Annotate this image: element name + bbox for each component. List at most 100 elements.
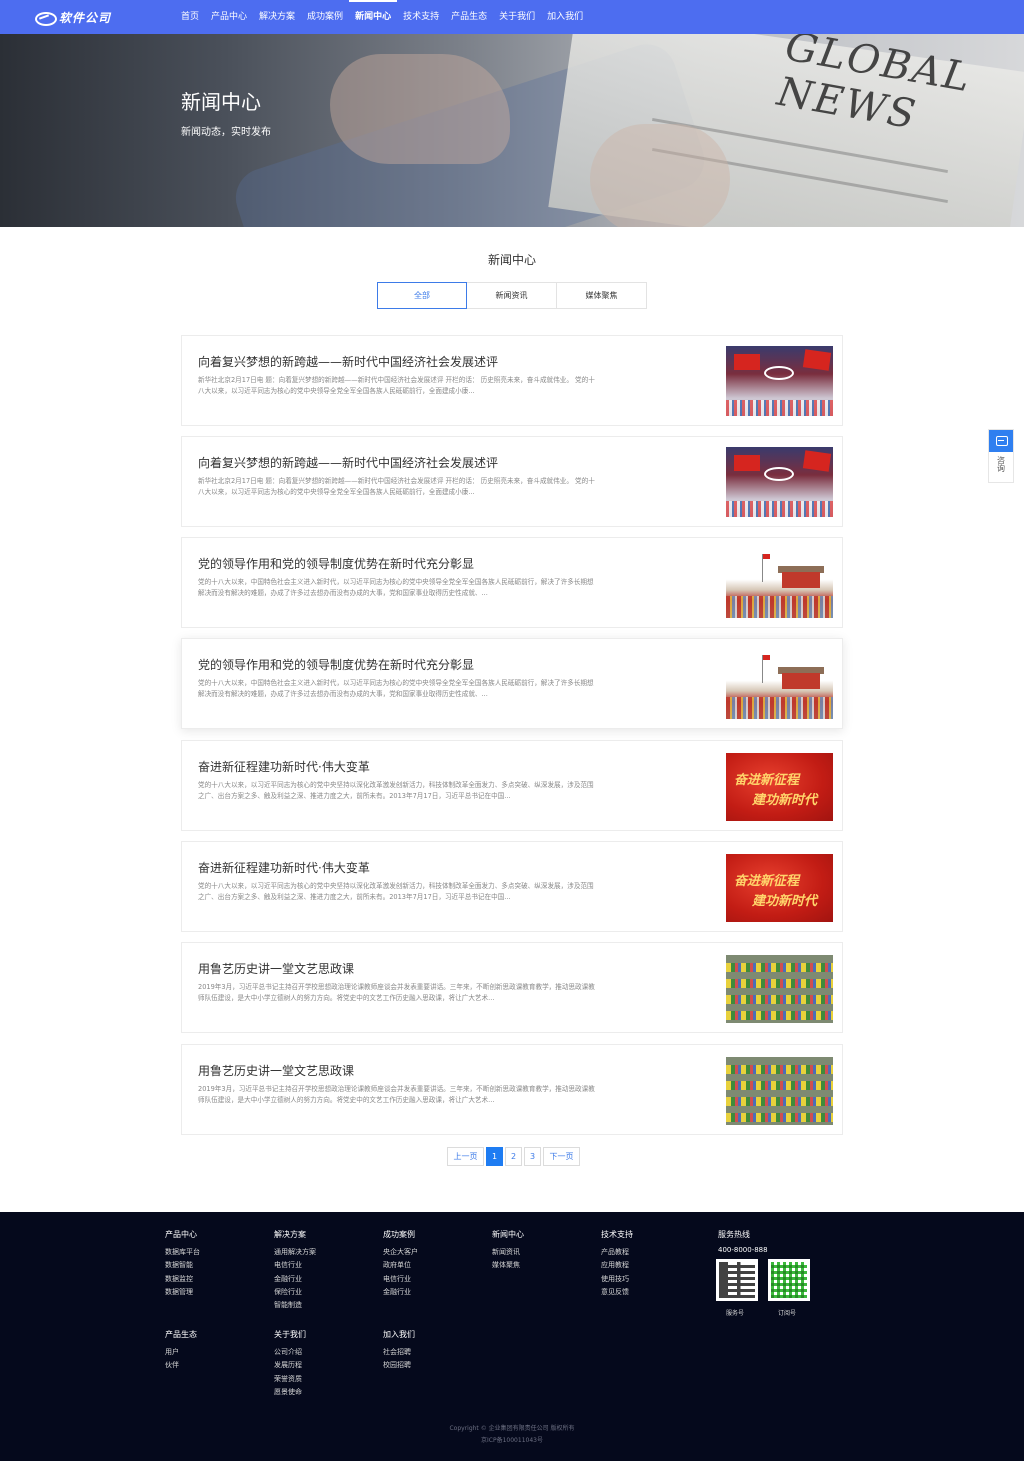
footer-link[interactable]: 政府单位 xyxy=(383,1259,418,1272)
thumbnail-caption: 奋进新征程 xyxy=(734,773,800,788)
news-item[interactable]: 用鲁艺历史讲一堂文艺思政课 2019年3月，习近平总书记主持召开学校思想政治理论… xyxy=(181,1044,843,1135)
crowd-band-shape xyxy=(726,995,833,1004)
footer-link[interactable]: 使用技巧 xyxy=(601,1273,633,1286)
news-item[interactable]: 奋进新征程建功新时代·伟大变革 党的十八大以来，以习近平同志为核心的党中央坚持以… xyxy=(181,740,843,831)
footer-column-solutions: 解决方案 通用解决方案 电信行业 金融行业 保险行业 智能制造 xyxy=(274,1229,316,1312)
news-title[interactable]: 向着复兴梦想的新跨越——新时代中国经济社会发展述评 xyxy=(198,454,498,471)
footer-link[interactable]: 伙伴 xyxy=(165,1359,197,1372)
footer-heading[interactable]: 产品生态 xyxy=(165,1329,197,1340)
news-title[interactable]: 奋进新征程建功新时代·伟大变革 xyxy=(198,758,370,775)
footer-heading[interactable]: 成功案例 xyxy=(383,1229,418,1240)
news-item[interactable]: 奋进新征程建功新时代·伟大变革 党的十八大以来，以习近平同志为核心的党中央坚持以… xyxy=(181,841,843,932)
page-button-3[interactable]: 3 xyxy=(524,1147,541,1166)
copyright: Copyright © 企业集团有限责任公司 版权所有 京ICP备1000110… xyxy=(0,1423,1024,1447)
flag-shape xyxy=(763,554,770,559)
crowd-band-shape xyxy=(726,963,833,972)
footer-link[interactable]: 数据库平台 xyxy=(165,1246,200,1259)
news-summary: 党的十八大以来，以习近平同志为核心的党中央坚持以深化改革激发创新活力，科技体制改… xyxy=(198,882,594,901)
news-title[interactable]: 党的领导作用和党的领导制度优势在新时代充分彰显 xyxy=(198,555,474,572)
footer-heading[interactable]: 技术支持 xyxy=(601,1229,633,1240)
footer-link[interactable]: 校园招聘 xyxy=(383,1359,415,1372)
news-summary: 党的十八大以来，以习近平同志为核心的党中央坚持以深化改革激发创新活力，科技体制改… xyxy=(198,781,594,800)
footer-link[interactable]: 发展历程 xyxy=(274,1359,306,1372)
logo-text: 软件公司 xyxy=(59,10,112,25)
footer-link[interactable]: 保险行业 xyxy=(274,1286,316,1299)
crowd-shape xyxy=(726,697,833,719)
consult-widget[interactable]: 咨询 xyxy=(988,429,1014,483)
tab-news-info[interactable]: 新闻资讯 xyxy=(467,282,557,309)
footer-heading[interactable]: 关于我们 xyxy=(274,1329,306,1340)
news-item[interactable]: 用鲁艺历史讲一堂文艺思政课 2019年3月，习近平总书记主持召开学校思想政治理论… xyxy=(181,942,843,1033)
nav-item-about[interactable]: 关于我们 xyxy=(493,0,541,34)
consult-label: 咨询 xyxy=(996,456,1006,472)
footer-link[interactable]: 产品教程 xyxy=(601,1246,633,1259)
footer-link[interactable]: 金融行业 xyxy=(383,1286,418,1299)
prev-page-button[interactable]: 上一页 xyxy=(447,1147,484,1166)
news-item[interactable]: 向着复兴梦想的新跨越——新时代中国经济社会发展述评 新华社北京2月17日电 题：… xyxy=(181,436,843,527)
flag-shape xyxy=(734,455,760,471)
footer-link[interactable]: 愿景使命 xyxy=(274,1386,306,1399)
nav-item-ecosystem[interactable]: 产品生态 xyxy=(445,0,493,34)
crowd-shape xyxy=(726,596,833,618)
news-thumbnail[interactable] xyxy=(726,447,833,517)
footer-link[interactable]: 电信行业 xyxy=(274,1259,316,1272)
footer-link[interactable]: 数据管理 xyxy=(165,1286,200,1299)
footer-link[interactable]: 金融行业 xyxy=(274,1273,316,1286)
footer-link[interactable]: 荣誉资质 xyxy=(274,1373,306,1386)
icp-line[interactable]: 京ICP备100011043号 xyxy=(0,1435,1024,1447)
footer-link[interactable]: 用户 xyxy=(165,1346,197,1359)
footer-column-support: 技术支持 产品教程 应用教程 使用技巧 意见反馈 xyxy=(601,1229,633,1299)
tab-media-focus[interactable]: 媒体聚焦 xyxy=(557,282,647,309)
footer-link[interactable]: 社会招聘 xyxy=(383,1346,415,1359)
footer-link[interactable]: 应用教程 xyxy=(601,1259,633,1272)
footer-link[interactable]: 智能制造 xyxy=(274,1299,316,1312)
footer-heading[interactable]: 解决方案 xyxy=(274,1229,316,1240)
news-thumbnail[interactable] xyxy=(726,346,833,416)
footer-link[interactable]: 电信行业 xyxy=(383,1273,418,1286)
footer-link[interactable]: 意见反馈 xyxy=(601,1286,633,1299)
footer-link[interactable]: 媒体聚焦 xyxy=(492,1259,524,1272)
banner-title: 新闻中心 xyxy=(181,90,261,114)
news-item[interactable]: 向着复兴梦想的新跨越——新时代中国经济社会发展述评 新华社北京2月17日电 题：… xyxy=(181,335,843,426)
news-thumbnail[interactable] xyxy=(726,649,833,719)
nav-item-home[interactable]: 首页 xyxy=(175,0,205,34)
footer-link[interactable]: 公司介绍 xyxy=(274,1346,306,1359)
footer-link[interactable]: 数据监控 xyxy=(165,1273,200,1286)
tab-all[interactable]: 全部 xyxy=(377,282,467,309)
news-title[interactable]: 奋进新征程建功新时代·伟大变革 xyxy=(198,859,370,876)
footer-link[interactable]: 央企大客户 xyxy=(383,1246,418,1259)
news-item[interactable]: 党的领导作用和党的领导制度优势在新时代充分彰显 党的十八大以来，中国特色社会主义… xyxy=(181,537,843,628)
footer-heading[interactable]: 新闻中心 xyxy=(492,1229,524,1240)
page-button-2[interactable]: 2 xyxy=(505,1147,522,1166)
nav-item-products[interactable]: 产品中心 xyxy=(205,0,253,34)
footer-link[interactable]: 通用解决方案 xyxy=(274,1246,316,1259)
nav-item-join[interactable]: 加入我们 xyxy=(541,0,589,34)
news-title[interactable]: 向着复兴梦想的新跨越——新时代中国经济社会发展述评 xyxy=(198,353,498,370)
nav-item-cases[interactable]: 成功案例 xyxy=(301,0,349,34)
footer-link[interactable]: 新闻资讯 xyxy=(492,1246,524,1259)
thumbnail-caption: 建功新时代 xyxy=(752,793,818,808)
footer-link[interactable]: 数据智能 xyxy=(165,1259,200,1272)
nav-item-solutions[interactable]: 解决方案 xyxy=(253,0,301,34)
news-thumbnail[interactable] xyxy=(726,1057,833,1125)
flag-shape xyxy=(734,354,760,370)
news-title[interactable]: 用鲁艺历史讲一堂文艺思政课 xyxy=(198,1062,354,1079)
nav-item-support[interactable]: 技术支持 xyxy=(397,0,445,34)
page-button-1[interactable]: 1 xyxy=(486,1147,503,1166)
news-summary: 新华社北京2月17日电 题：向着复兴梦想的新跨越——新时代中国经济社会发展述评 … xyxy=(198,376,595,395)
footer-heading[interactable]: 加入我们 xyxy=(383,1329,415,1340)
crowd-band-shape xyxy=(726,1097,833,1106)
nav-item-news[interactable]: 新闻中心 xyxy=(349,0,398,34)
news-title[interactable]: 用鲁艺历史讲一堂文艺思政课 xyxy=(198,960,354,977)
next-page-button[interactable]: 下一页 xyxy=(543,1147,580,1166)
news-title[interactable]: 党的领导作用和党的领导制度优势在新时代充分彰显 xyxy=(198,656,474,673)
news-item[interactable]: 党的领导作用和党的领导制度优势在新时代充分彰显 党的十八大以来，中国特色社会主义… xyxy=(181,638,843,729)
news-thumbnail[interactable] xyxy=(726,548,833,618)
crowd-band-shape xyxy=(726,1065,833,1074)
news-thumbnail[interactable]: 奋进新征程 建功新时代 xyxy=(726,854,833,922)
news-thumbnail[interactable]: 奋进新征程 建功新时代 xyxy=(726,753,833,821)
logo[interactable]: 软件公司 xyxy=(33,8,111,26)
crowd-band-shape xyxy=(726,1011,833,1020)
footer-heading[interactable]: 产品中心 xyxy=(165,1229,200,1240)
news-thumbnail[interactable] xyxy=(726,955,833,1023)
